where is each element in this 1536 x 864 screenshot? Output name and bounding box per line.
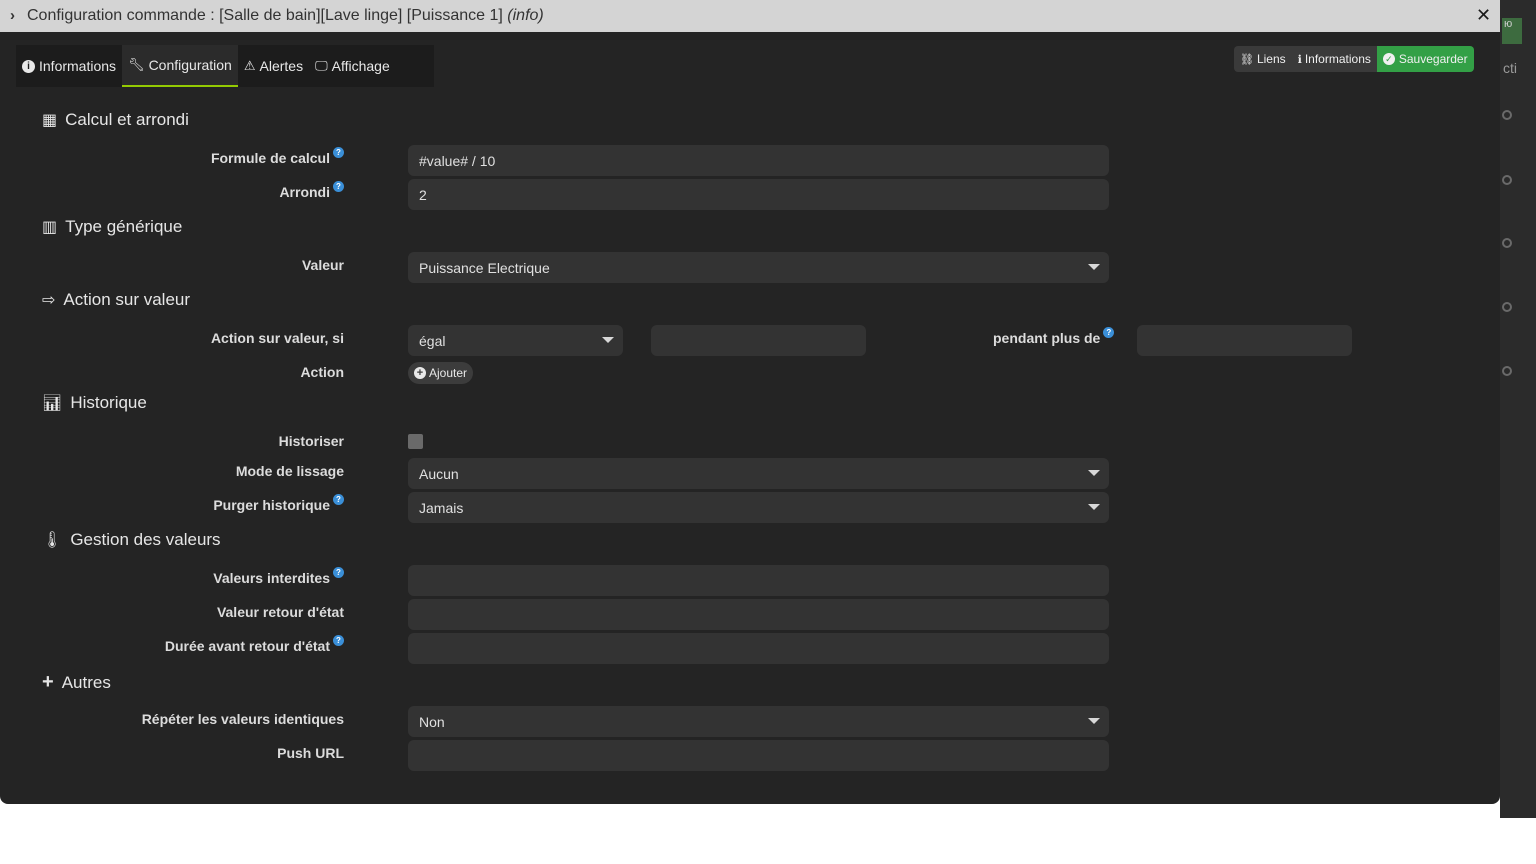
arrondi-label: Arrondi? [279, 181, 344, 200]
add-action-button[interactable]: + Ajouter [408, 362, 474, 384]
close-icon[interactable]: ✕ [1476, 5, 1491, 26]
pendant-input[interactable] [1137, 325, 1352, 356]
help-icon[interactable]: ? [333, 181, 344, 192]
tab-affichage[interactable]: 🖵︎ Affichage [309, 45, 396, 87]
check-circle-icon: ✓ [1382, 53, 1395, 65]
type-generique-select[interactable]: Puissance Electrique [408, 252, 1109, 283]
info-circle-icon: i [22, 59, 35, 73]
section-autres: + Autres [42, 671, 111, 693]
repeter-select[interactable]: Non [408, 706, 1109, 737]
action-operator-select[interactable]: égal [408, 325, 623, 356]
tab-bar: i Informations 🔧︎ Configuration ⚠︎ Alert… [16, 45, 434, 87]
interdites-label: Valeurs interdites? [213, 567, 344, 586]
purger-select[interactable]: Jamais [408, 492, 1109, 523]
table-icon: ▦ [42, 112, 58, 129]
purger-label: Purger historique? [213, 494, 344, 513]
push-url-label: Push URL [277, 745, 344, 761]
links-button[interactable]: ⛓︎ Liens [1234, 46, 1292, 72]
config-modal: › Configuration commande : [Salle de bai… [0, 0, 1500, 804]
duree-input[interactable] [408, 633, 1109, 664]
push-url-input[interactable] [408, 740, 1109, 771]
lissage-select[interactable]: Aucun [408, 458, 1109, 489]
action-si-label: Action sur valeur, si [210, 330, 344, 346]
help-icon[interactable]: ? [333, 635, 344, 646]
help-icon[interactable]: ? [333, 494, 344, 505]
lissage-label: Mode de lissage [235, 463, 344, 479]
repeter-label: Répéter les valeurs identiques [141, 711, 344, 727]
action-button-group: ⛓︎ Liens ℹ︎ Informations ✓ Sauvegarder [1234, 46, 1474, 72]
help-icon[interactable]: ? [333, 147, 344, 158]
retour-label: Valeur retour d'état [216, 604, 344, 620]
tab-informations[interactable]: i Informations [16, 45, 122, 87]
tab-label: Informations [39, 58, 117, 74]
formule-label: Formule de calcul? [211, 147, 344, 166]
pendant-label: pendant plus de? [993, 327, 1115, 346]
modal-titlebar[interactable]: › Configuration commande : [Salle de bai… [0, 0, 1500, 32]
background-tab-fragment: ю [1502, 18, 1522, 44]
valeur-label: Valeur [301, 257, 344, 273]
tab-alertes[interactable]: ⚠︎ Alertes [238, 45, 309, 87]
tab-label: Configuration [148, 57, 232, 73]
action-label: Action [300, 364, 344, 380]
historiser-label: Historiser [278, 433, 344, 449]
wrench-icon: 🔧︎ [128, 57, 145, 72]
interdites-input[interactable] [408, 565, 1109, 596]
page-background [0, 818, 1536, 864]
section-type-generique: ▥ Type générique [42, 217, 183, 236]
tab-label: Affichage [331, 58, 390, 74]
section-action-valeur: ⇨ Action sur valeur [42, 290, 191, 309]
arrondi-input[interactable]: 2 [408, 179, 1109, 210]
warning-icon: ⚠︎ [243, 58, 256, 73]
modal-title-type: (info) [507, 7, 544, 24]
modal-title: Configuration commande : [Salle de bain]… [27, 7, 544, 24]
building-icon: ▥ [42, 219, 58, 236]
tab-configuration[interactable]: 🔧︎ Configuration [122, 45, 238, 87]
background-gear-icon [1502, 110, 1512, 120]
save-button[interactable]: ✓ Sauvegarder [1376, 46, 1474, 72]
info-icon: ℹ︎ [1297, 53, 1302, 66]
background-page: ю cti [1500, 0, 1536, 818]
plus-circle-icon: + [414, 367, 426, 379]
info-button[interactable]: ℹ︎ Informations [1291, 46, 1377, 72]
help-icon[interactable]: ? [333, 567, 344, 578]
chevron-right-icon: › [10, 7, 15, 24]
section-gestion-valeurs: 🌡︎ Gestion des valeurs [42, 530, 221, 549]
background-text-fragment: cti [1503, 60, 1517, 76]
background-gear-icon [1502, 366, 1512, 376]
sign-out-icon: ⇨ [42, 292, 56, 309]
tab-label: Alertes [259, 58, 304, 74]
thermometer-icon: 🌡︎ [42, 532, 63, 549]
action-value-input[interactable] [651, 325, 866, 356]
retour-input[interactable] [408, 599, 1109, 630]
historiser-checkbox[interactable] [408, 434, 423, 449]
formule-input[interactable]: #value# / 10 [408, 145, 1109, 176]
plus-icon: + [42, 671, 54, 693]
sitemap-icon: ⛓︎ [1240, 53, 1254, 66]
background-gear-icon [1502, 175, 1512, 185]
monitor-icon: 🖵︎ [315, 58, 328, 73]
background-gear-icon [1502, 302, 1512, 312]
section-historique: 📊︎ Historique [42, 393, 147, 412]
background-gear-icon [1502, 238, 1512, 248]
bar-chart-icon: 📊︎ [42, 395, 63, 412]
help-icon[interactable]: ? [1103, 327, 1115, 338]
duree-label: Durée avant retour d'état? [165, 635, 344, 654]
section-calcul: ▦ Calcul et arrondi [42, 110, 189, 129]
